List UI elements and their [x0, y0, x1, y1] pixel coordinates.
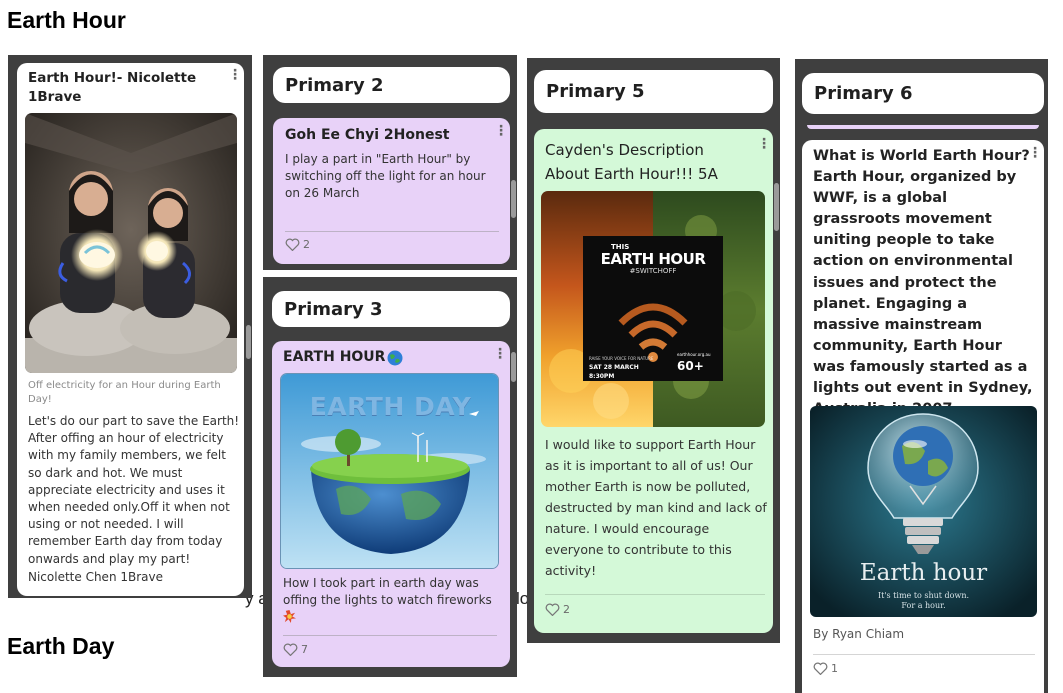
section-header: Primary 2	[273, 67, 510, 103]
post-body-text: How I took part in earth day was offing …	[283, 576, 492, 608]
column-panel-4[interactable]: Primary 5 Cayden's Description About Ear…	[527, 58, 780, 643]
poster-date: SAT 28 MARCH	[589, 364, 639, 371]
image-title: Earth hour	[859, 560, 988, 586]
poster-text: THIS EARTH HOUR #SWITCHOFF	[583, 243, 723, 275]
poster-hashtag: #SWITCHOFF	[629, 267, 677, 275]
scrollbar-thumb[interactable]	[246, 325, 251, 359]
post-card[interactable]: EARTH HOUR ⋮ EARTH DAY How I took part i…	[272, 341, 510, 667]
previous-post-edge	[807, 125, 1039, 129]
column-panel-3[interactable]: Primary 3 EARTH HOUR ⋮ EARTH DAY How I t…	[263, 277, 517, 677]
post-title: EARTH HOUR	[283, 348, 483, 367]
scrollbar-thumb[interactable]	[774, 183, 779, 231]
like-count: 7	[301, 643, 308, 656]
image-text: EARTH DAY	[309, 392, 472, 421]
globe-emoji-icon	[387, 350, 403, 365]
divider	[813, 654, 1035, 655]
photo-illustration	[25, 113, 237, 373]
post-title: Goh Ee Chyi 2Honest	[285, 127, 450, 143]
post-body: How I took part in earth day was offing …	[283, 575, 503, 627]
post-image-earth-hour-bulb[interactable]: Earth hour It's time to shut down. For a…	[810, 406, 1037, 617]
heart-outline-icon	[285, 238, 300, 251]
post-title: Earth Hour!- Nicolette 1Brave	[28, 70, 197, 105]
post-title-text: EARTH HOUR	[283, 349, 386, 365]
like-button[interactable]: 2	[285, 238, 310, 251]
post-card[interactable]: Cayden's Description About Earth Hour!!!…	[534, 129, 773, 633]
post-image-earth-hour-poster[interactable]: THIS EARTH HOUR #SWITCHOFF RAISE YOUR VO…	[541, 191, 765, 427]
like-count: 2	[563, 603, 570, 616]
section-header: Primary 5	[534, 70, 773, 113]
more-options-icon[interactable]: ⋮	[493, 346, 507, 360]
scrollbar-thumb[interactable]	[511, 352, 516, 382]
image-tagline-line1: It's time to shut down.	[877, 591, 970, 600]
image-tagline: It's time to shut down. For a hour.	[810, 591, 1037, 611]
image-tagline-line2: For a hour.	[901, 601, 946, 610]
post-body: I would like to support Earth Hour as it…	[545, 437, 767, 578]
poster-site: earthhour.org.au	[677, 352, 711, 357]
poster-time: 8:30PM	[589, 373, 615, 380]
poster-background	[541, 191, 765, 427]
more-options-icon[interactable]: ⋮	[757, 136, 771, 150]
heart-outline-icon	[283, 643, 298, 656]
collision-emoji-icon	[283, 610, 296, 624]
poster-logos: earthhour.org.au 60+	[677, 352, 711, 373]
column-panel-5[interactable]: Primary 6 ⋮ What is World Earth Hour? Ea…	[795, 59, 1048, 693]
section-header: Primary 3	[272, 291, 510, 327]
post-body: What is World Earth Hour? Earth Hour, or…	[813, 148, 1033, 417]
like-button[interactable]: 2	[545, 603, 570, 616]
post-card[interactable]: Earth Hour!- Nicolette 1Brave ⋮ Off elec…	[17, 63, 244, 596]
poster-tagline: RAISE YOUR VOICE FOR NATURE	[589, 356, 654, 361]
like-count: 1	[831, 662, 838, 675]
post-image-children-with-lamps[interactable]	[25, 113, 237, 373]
post-title: Cayden's Description About Earth Hour!!!…	[545, 141, 718, 183]
post-author: By Ryan Chiam	[813, 627, 905, 641]
divider	[545, 594, 765, 595]
section-header: Primary 6	[802, 73, 1044, 114]
like-count: 2	[303, 238, 310, 251]
page-title-earth-hour: Earth Hour	[7, 7, 126, 33]
column-panel-2[interactable]: Primary 2 Goh Ee Chyi 2Honest ⋮ I play a…	[263, 55, 517, 270]
post-card[interactable]: Goh Ee Chyi 2Honest ⋮ I play a part in "…	[273, 118, 510, 264]
post-image-earth-day[interactable]: EARTH DAY	[280, 373, 499, 569]
image-caption: Off electricity for an Hour during Earth…	[28, 380, 221, 405]
scrollbar-thumb[interactable]	[511, 180, 516, 218]
heart-outline-icon	[545, 603, 560, 616]
divider	[283, 635, 497, 636]
post-body: Let's do our part to save the Earth! Aft…	[28, 414, 240, 566]
like-button[interactable]: 1	[813, 662, 838, 675]
more-options-icon[interactable]: ⋮	[228, 67, 242, 81]
column-panel-1[interactable]: Earth Hour!- Nicolette 1Brave ⋮ Off elec…	[8, 55, 252, 598]
post-card[interactable]: ⋮ What is World Earth Hour? Earth Hour, …	[802, 140, 1044, 693]
divider	[285, 231, 499, 232]
post-signature: Nicolette Chen 1Brave	[28, 570, 163, 584]
poster-logo-60: 60+	[677, 359, 704, 373]
heart-outline-icon	[813, 662, 828, 675]
poster-footer: RAISE YOUR VOICE FOR NATURE SAT 28 MARCH…	[589, 354, 653, 381]
like-button[interactable]: 7	[283, 643, 308, 656]
more-options-icon[interactable]: ⋮	[494, 123, 508, 137]
poster-title: EARTH HOUR	[600, 250, 706, 268]
page-title-earth-day: Earth Day	[7, 633, 115, 659]
post-body: I play a part in "Earth Hour" by switchi…	[285, 152, 486, 201]
